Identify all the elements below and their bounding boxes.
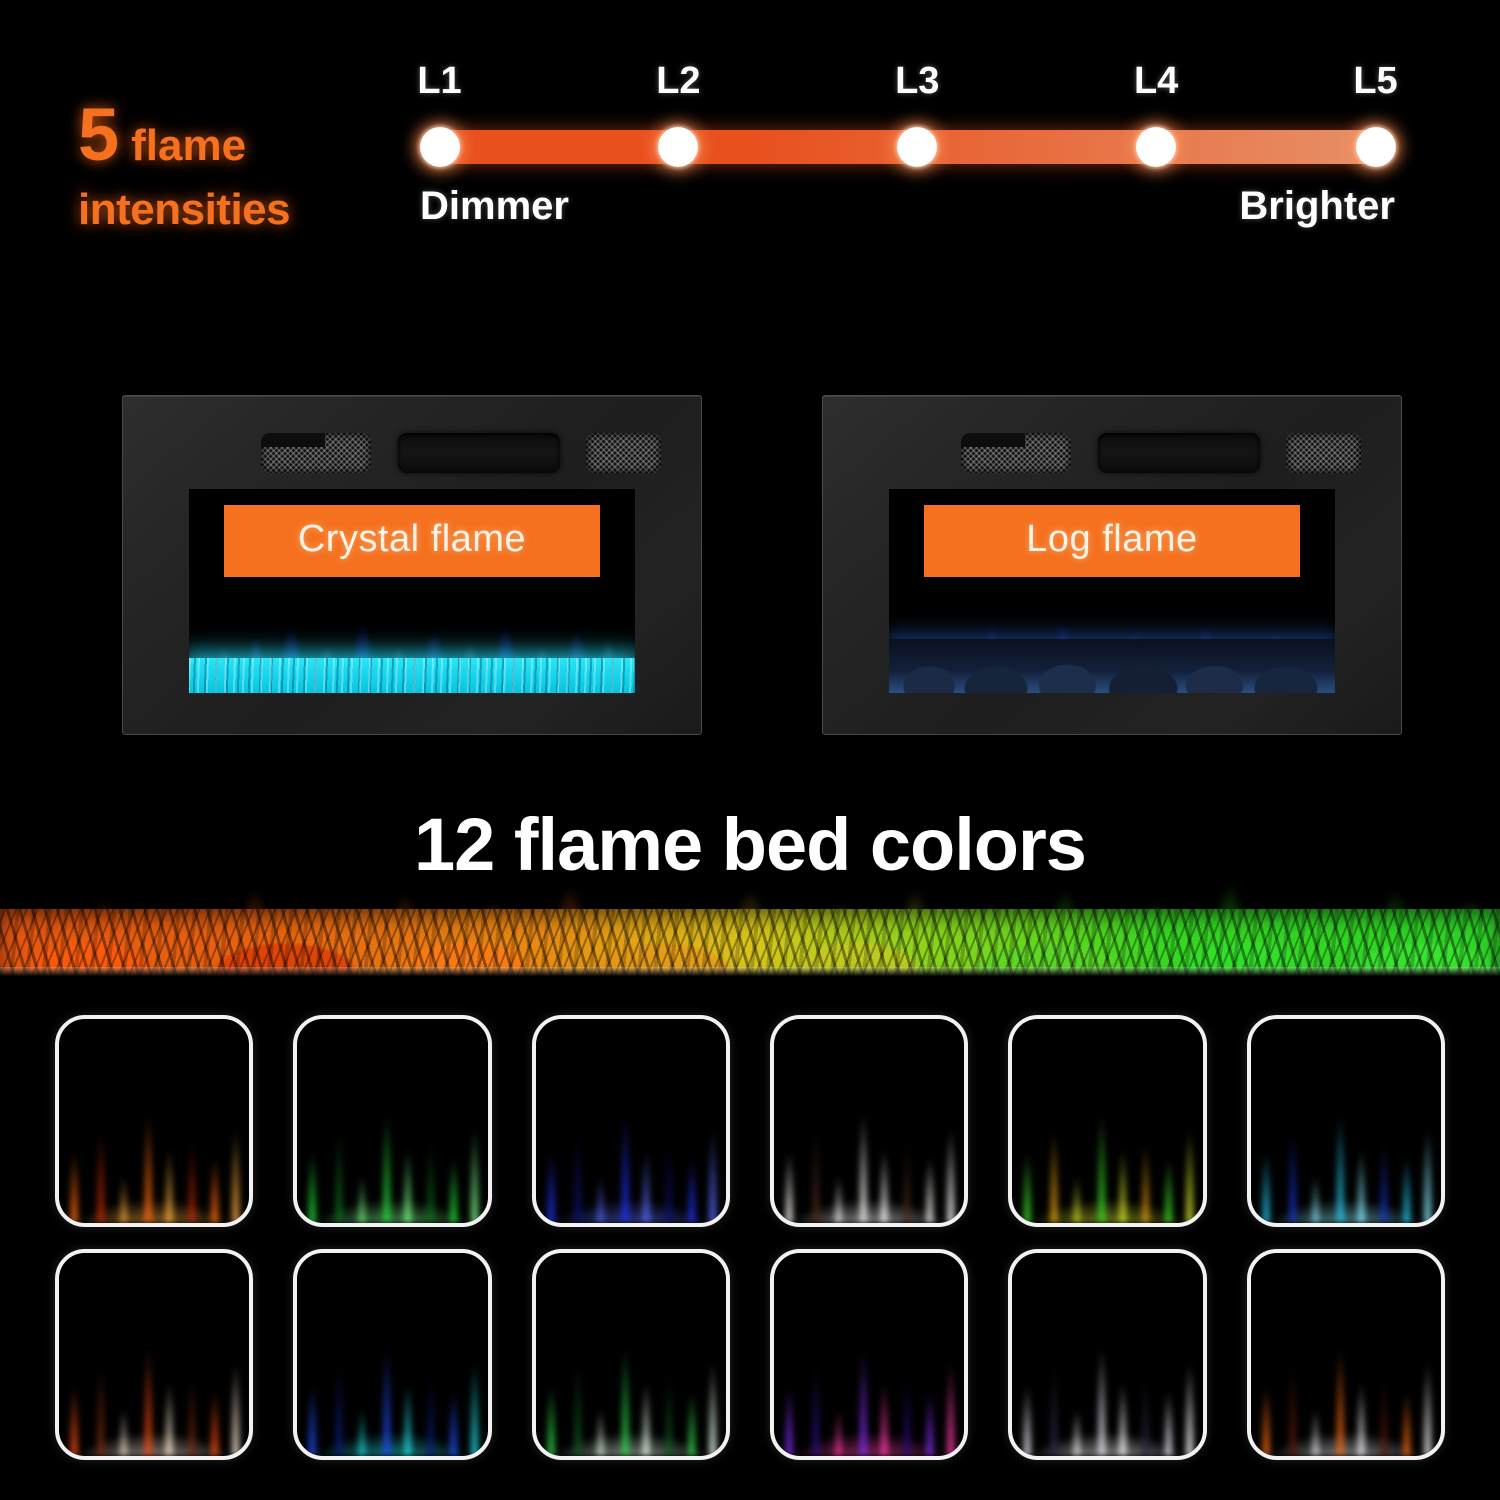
intensity-heading: 5 flame intensities (78, 98, 378, 232)
slider-track-wrap[interactable] (419, 118, 1396, 174)
flame-texture (59, 1019, 250, 1223)
flame-color-swatch-warm-white[interactable] (769, 1015, 969, 1227)
unit-caption-crystal: Crystal flame (224, 504, 600, 577)
flame-color-swatch-silver-white[interactable] (1008, 1248, 1207, 1460)
flame-texture (1012, 1019, 1203, 1223)
fireplace-unit-log[interactable]: Log flame (822, 395, 1402, 735)
slider-tick-l2: L2 (656, 60, 701, 102)
flame-color-swatch-grid (0, 1000, 1500, 1490)
vent-left-mesh-icon (961, 433, 1072, 473)
flame-intensity-section: 5 flame intensities L1 L2 L3 L4 L5 Dimme… (0, 0, 1500, 330)
slider-tick-l3: L3 (895, 60, 940, 102)
flame-texture (297, 1019, 488, 1223)
intensity-word-intensities: intensities (78, 185, 291, 234)
flame-color-swatch-blue[interactable] (531, 1015, 730, 1227)
banner-baseline (0, 967, 1500, 976)
unit-caption-log: Log flame (924, 504, 1300, 577)
unit-vents (822, 433, 1402, 479)
unit-screen: Log flame (888, 488, 1336, 693)
slider-tick-l4: L4 (1133, 60, 1179, 102)
flame-color-swatch-purple-pink[interactable] (769, 1248, 969, 1460)
vent-left-mesh-icon (261, 433, 372, 473)
flame-texture (1250, 1252, 1441, 1456)
slider-label-dimmer: Dimmer (420, 184, 569, 228)
flame-type-section: Crystal flame Log flame (0, 330, 1500, 760)
flame-color-swatch-orange[interactable] (55, 1015, 254, 1227)
flame-texture (535, 1252, 726, 1456)
flame-texture (297, 1252, 488, 1456)
flame-texture (59, 1252, 250, 1456)
slider-tick-l5: L5 (1353, 60, 1398, 102)
intensity-slider[interactable]: L1 L2 L3 L4 L5 Dimmer Brighter (417, 60, 1398, 260)
slider-dot-l1[interactable] (419, 127, 460, 167)
flame-color-swatch-orange-silver[interactable] (1246, 1248, 1445, 1460)
fireplace-unit-crystal[interactable]: Crystal flame (122, 395, 702, 735)
slider-dot-l3[interactable] (897, 127, 938, 167)
slider-end-labels: Dimmer Brighter (420, 184, 1395, 244)
vent-center-slot-icon (397, 433, 560, 473)
unit-screen: Crystal flame (188, 488, 636, 693)
banner-ember-bed (0, 908, 1500, 976)
slider-dot-l4[interactable] (1136, 127, 1177, 167)
flame-color-swatch-green-orange[interactable] (1008, 1015, 1207, 1227)
banner-title: 12 flame bed colors (414, 803, 1087, 886)
flame-color-swatch-green[interactable] (293, 1015, 492, 1227)
flame-texture (535, 1019, 726, 1223)
flame-texture (773, 1019, 965, 1223)
slider-dot-l5[interactable] (1355, 127, 1396, 167)
crystal-ember-bed (188, 657, 636, 693)
log-ember-bed (888, 639, 1336, 693)
flame-texture (1012, 1252, 1203, 1456)
slider-tick-labels: L1 L2 L3 L4 L5 (417, 60, 1398, 112)
intensity-word-flame: flame (131, 121, 247, 170)
flame-color-swatch-green-white[interactable] (531, 1248, 730, 1460)
slider-label-brighter: Brighter (1239, 184, 1395, 228)
flame-bed-colors-banner: 12 flame bed colors (0, 752, 1500, 976)
vent-right-mesh-icon (586, 433, 662, 473)
flame-color-swatch-blue-cyan[interactable] (293, 1248, 492, 1460)
flame-color-swatch-cyan-blue[interactable] (1246, 1015, 1445, 1227)
flame-texture (1250, 1019, 1441, 1223)
vent-right-mesh-icon (1286, 433, 1362, 473)
intensity-count: 5 (78, 93, 119, 176)
flame-color-swatch-orange-white[interactable] (55, 1248, 254, 1460)
unit-vents (122, 433, 702, 479)
vent-center-slot-icon (1097, 433, 1260, 473)
slider-tick-l1: L1 (417, 60, 462, 102)
flame-texture (773, 1252, 965, 1456)
